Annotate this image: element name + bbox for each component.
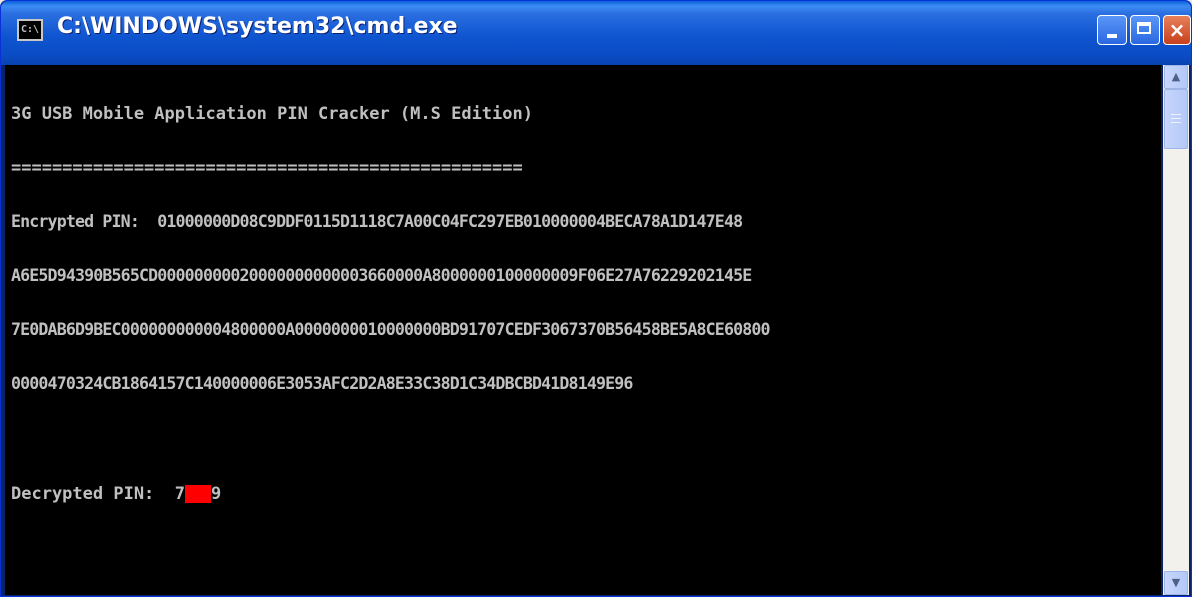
grip-line xyxy=(1171,114,1181,115)
cmd-app-icon[interactable]: C:\ xyxy=(17,19,43,41)
encrypted-pin-label: Encrypted PIN: xyxy=(11,212,158,231)
console-output[interactable]: 3G USB Mobile Application PIN Cracker (M… xyxy=(5,65,1161,595)
vertical-scrollbar[interactable]: ▲ ▼ xyxy=(1163,65,1189,595)
arrow-up-icon: ▲ xyxy=(1171,70,1181,83)
encrypted-pin-value-3: 7E0DAB6D9BEC000000000004800000A000000001… xyxy=(11,320,771,339)
scroll-up-button[interactable]: ▲ xyxy=(1164,65,1188,89)
minimize-button[interactable] xyxy=(1097,15,1127,45)
grip-line xyxy=(1171,122,1181,123)
encrypted-pin-line: Encrypted PIN: 01000000D08C9DDF0115D1118… xyxy=(11,213,770,231)
maximize-button[interactable] xyxy=(1130,15,1160,45)
console-separator: ========================================… xyxy=(11,158,523,178)
arrow-down-icon: ▼ xyxy=(1171,576,1181,589)
scroll-down-button[interactable]: ▼ xyxy=(1164,571,1188,595)
decrypted-pin-suffix: 9 xyxy=(211,484,222,504)
encrypted-pin-value-4: 0000470324CB1864157C140000006E3053AFC2D2… xyxy=(11,374,633,393)
scroll-thumb[interactable] xyxy=(1164,89,1188,149)
close-icon: × xyxy=(1168,18,1186,42)
console-heading: 3G USB Mobile Application PIN Cracker (M… xyxy=(11,104,533,124)
decrypted-pin-label: Decrypted PIN: xyxy=(11,484,175,504)
cmd-window: C:\ C:\WINDOWS\system32\cmd.exe × 3G USB… xyxy=(0,0,1192,597)
close-button[interactable]: × xyxy=(1163,15,1191,45)
redaction-block xyxy=(185,485,212,503)
encrypted-pin-value-1: 01000000D08C9DDF0115D1118C7A00C04FC297EB… xyxy=(157,212,743,231)
grip-line xyxy=(1171,118,1181,119)
encrypted-pin-value-2: A6E5D94390B565CD000000000200000000000036… xyxy=(11,266,752,285)
title-bar[interactable]: C:\ C:\WINDOWS\system32\cmd.exe × xyxy=(1,1,1191,65)
decrypted-pin-line: Decrypted PIN: 7 9 xyxy=(11,485,770,503)
decrypted-pin-prefix: 7 xyxy=(174,484,186,504)
window-title: C:\WINDOWS\system32\cmd.exe xyxy=(57,14,458,39)
maximize-icon xyxy=(1137,22,1151,34)
minimize-icon xyxy=(1107,34,1117,38)
